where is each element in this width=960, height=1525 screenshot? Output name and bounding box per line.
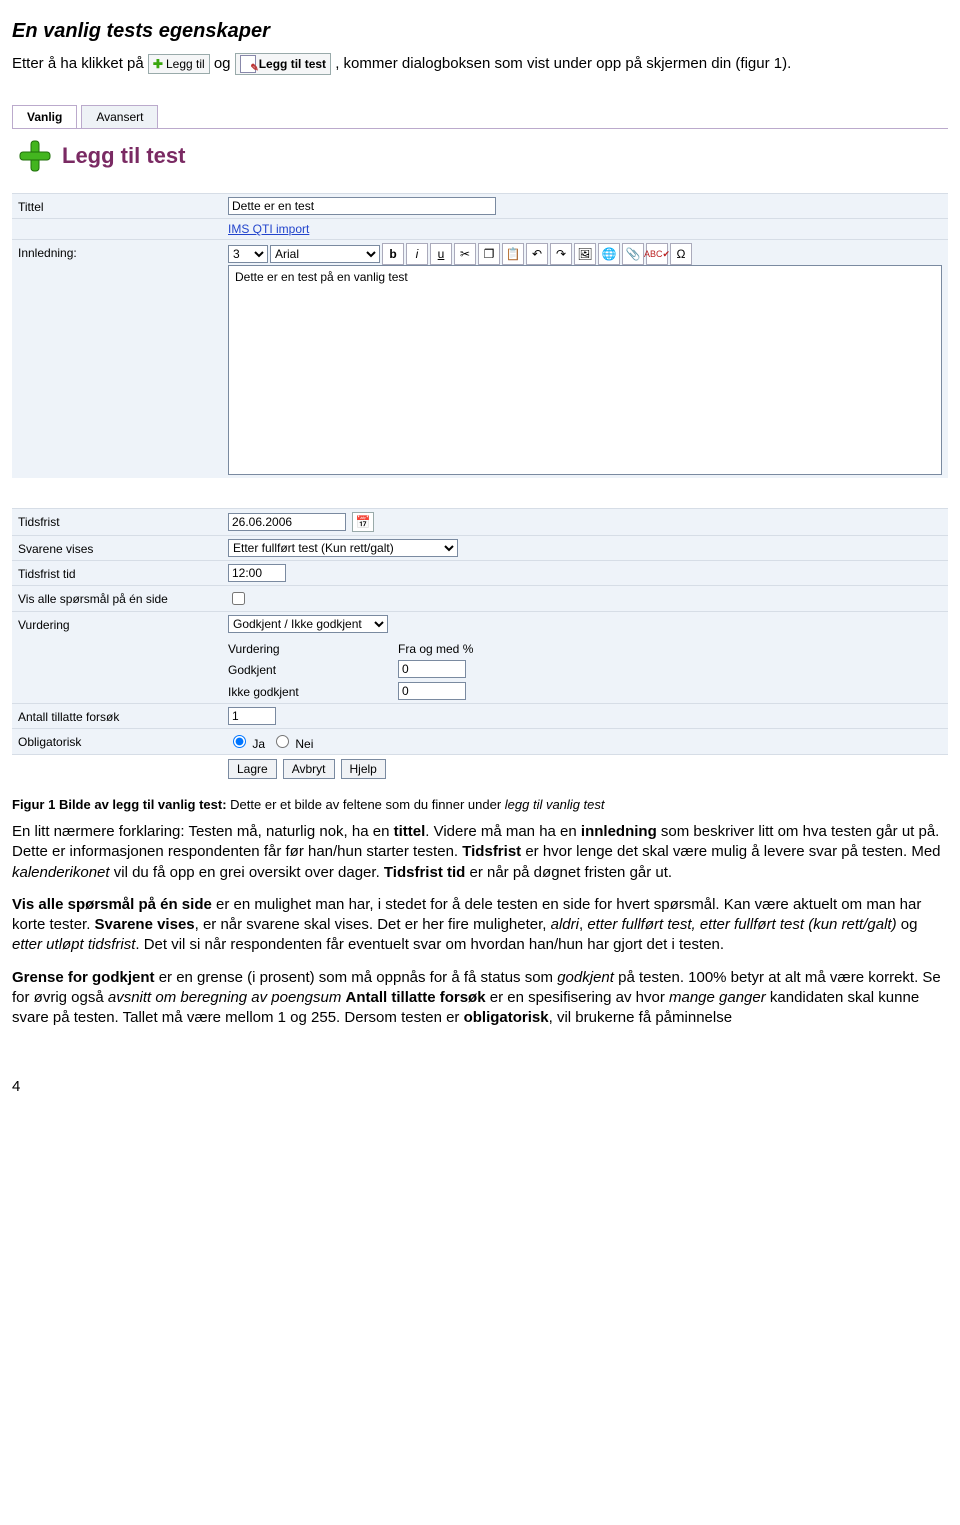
image-button[interactable]: 🖼 [574,243,596,265]
vurdering-select[interactable]: Godkjent / Ikke godkjent [228,615,388,633]
cut-button[interactable]: ✂ [454,243,476,265]
body-paragraph-3: Grense for godkjent er en grense (i pros… [12,968,948,1029]
intro-before: Etter å ha klikket på [12,55,148,72]
intro-paragraph: Etter å ha klikket på ✚ Legg til og Legg… [12,53,948,75]
paste-button[interactable]: 📋 [502,243,524,265]
tidsfrist-input[interactable] [228,513,346,531]
intro-after: , kommer dialogboksen som vist under opp… [335,55,791,72]
underline-button[interactable]: u [430,243,452,265]
link-button[interactable]: 🌐 [598,243,620,265]
italic-button[interactable]: i [406,243,428,265]
obligatorisk-ja-option[interactable]: Ja [228,732,265,751]
add-test-dialog: Vanlig Avansert Legg til test Tittel IMS… [12,105,948,783]
tidsfrist-tid-input[interactable] [228,564,286,582]
label-tidsfrist-tid: Tidsfrist tid [18,564,228,581]
antall-input[interactable] [228,707,276,725]
plus-icon: ✚ [153,56,163,72]
label-vis-alle: Vis alle spørsmål på én side [18,589,228,606]
col-fra-og-med: Fra og med % [398,639,548,656]
label-svarene-vises: Svarene vises [18,539,228,556]
row-ikke-godkjent-label: Ikke godkjent [228,682,398,700]
godkjent-input[interactable] [398,660,466,678]
vurdering-grid: Vurdering Fra og med % Godkjent Ikke god… [228,633,942,700]
attach-button[interactable]: 📎 [622,243,644,265]
legg-til-inline-button: ✚ Legg til [148,54,210,74]
ims-qti-import-link[interactable]: IMS QTI import [228,222,309,236]
legg-til-test-label: Legg til test [259,56,326,72]
body-paragraph-1: En litt nærmere forklaring: Testen må, n… [12,822,948,883]
copy-button[interactable]: ❐ [478,243,500,265]
dialog-title: Legg til test [62,143,185,169]
tab-vanlig[interactable]: Vanlig [12,105,77,128]
label-obligatorisk: Obligatorisk [18,732,228,749]
innledning-editor[interactable]: Dette er en test på en vanlig test [228,265,942,475]
avbryt-button[interactable]: Avbryt [283,759,335,779]
page-number: 4 [12,1078,948,1095]
undo-button[interactable]: ↶ [526,243,548,265]
intro-mid: og [214,55,235,72]
svarene-vises-select[interactable]: Etter fullført test (Kun rett/galt) [228,539,458,557]
calendar-icon[interactable]: 📅 [352,512,374,532]
tab-avansert[interactable]: Avansert [81,105,158,128]
bold-button[interactable]: b [382,243,404,265]
lagre-button[interactable]: Lagre [228,759,277,779]
legg-til-test-inline-button: Legg til test [235,53,331,75]
nei-label: Nei [295,737,313,751]
label-vurdering: Vurdering [18,615,228,632]
label-innledning: Innledning: [18,243,228,260]
dialog-header: Legg til test [12,129,948,193]
legg-til-label: Legg til [166,56,205,72]
hjelp-button[interactable]: Hjelp [341,759,386,779]
col-vurdering: Vurdering [228,639,398,656]
figure-caption: Figur 1 Bilde av legg til vanlig test: D… [12,797,948,812]
label-tittel: Tittel [18,197,228,214]
label-antall: Antall tillatte forsøk [18,707,228,724]
page-heading: En vanlig tests egenskaper [12,20,948,43]
font-name-select[interactable]: Arial [270,245,380,263]
editor-toolbar: 3 Arial b i u ✂ ❐ 📋 ↶ ↷ 🖼 🌐 📎 ABC✔ Ω [228,243,942,265]
symbol-button[interactable]: Ω [670,243,692,265]
font-size-select[interactable]: 3 [228,245,268,263]
redo-button[interactable]: ↷ [550,243,572,265]
vis-alle-checkbox[interactable] [232,592,245,605]
dialog-tabs: Vanlig Avansert [12,105,948,129]
row-godkjent-label: Godkjent [228,660,398,678]
ikke-godkjent-input[interactable] [398,682,466,700]
tittel-input[interactable] [228,197,496,215]
body-paragraph-2: Vis alle spørsmål på én side er en mulig… [12,895,948,956]
spellcheck-button[interactable]: ABC✔ [646,243,668,265]
ja-label: Ja [252,737,265,751]
document-edit-icon [240,55,256,73]
dialog-button-row: Lagre Avbryt Hjelp [12,754,948,783]
label-tidsfrist: Tidsfrist [18,512,228,529]
plus-icon [18,139,52,173]
obligatorisk-nei-option[interactable]: Nei [271,732,313,751]
